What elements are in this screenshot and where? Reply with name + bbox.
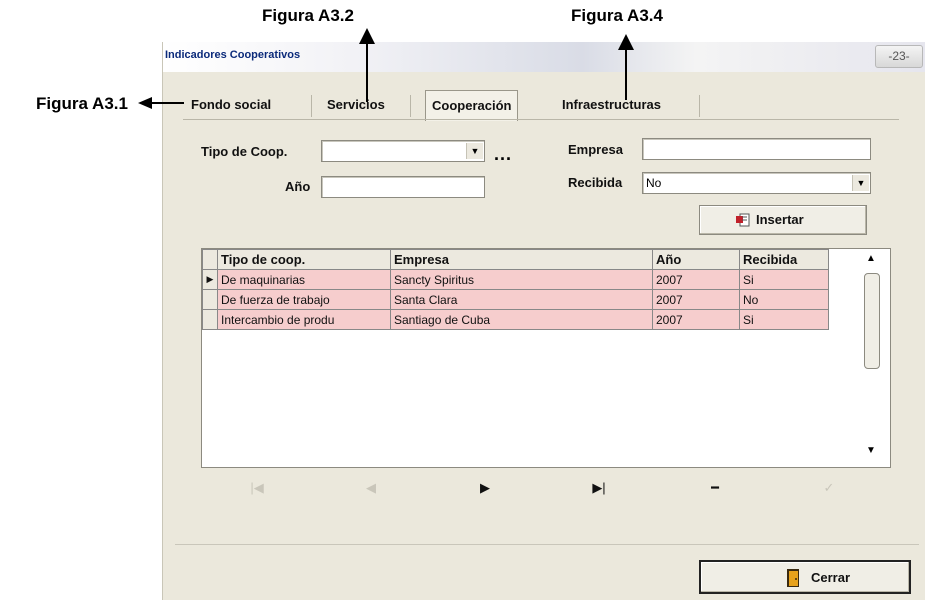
table-cell[interactable]: 2007 [652, 289, 740, 310]
table-cell[interactable]: Sancty Spiritus [390, 269, 653, 290]
tab-panel-border [183, 119, 899, 120]
table-cell[interactable]: Si [739, 309, 829, 330]
insertar-button[interactable]: Insertar [699, 205, 867, 235]
table-cell[interactable]: 2007 [652, 269, 740, 290]
annotation-figura-a32: Figura A3.2 [262, 6, 354, 25]
tab-servicios[interactable]: Servicios [321, 92, 391, 118]
recibida-label: Recibida [568, 175, 623, 190]
cooperation-table: Tipo de coop. Empresa Año Recibida ▶ De … [202, 249, 829, 330]
last-record-icon[interactable]: ▶| [587, 480, 611, 496]
table-cell[interactable]: Si [739, 269, 829, 290]
prior-record-icon[interactable]: ◀ [359, 480, 383, 496]
row-indicator-header [202, 249, 218, 270]
current-row-indicator-icon: ▶ [202, 269, 218, 290]
chevron-down-icon[interactable]: ▼ [466, 143, 483, 159]
post-record-icon[interactable]: ✓ [817, 480, 841, 496]
table-cell[interactable]: Intercambio de produ [217, 309, 391, 330]
table-cell[interactable]: De fuerza de trabajo [217, 289, 391, 310]
anio-input[interactable] [321, 176, 485, 198]
close-window-button[interactable]: -23- [875, 45, 923, 68]
column-header[interactable]: Año [652, 249, 740, 270]
tab-divider [311, 95, 312, 117]
row-indicator [202, 289, 218, 310]
more-options-button[interactable]: ... [494, 144, 512, 165]
column-header[interactable]: Empresa [390, 249, 653, 270]
tab-cooperacion[interactable]: Cooperación [425, 90, 519, 121]
window-title: Indicadores Cooperativos [165, 49, 301, 61]
cerrar-label: Cerrar [811, 570, 851, 585]
door-icon [787, 569, 801, 587]
record-navigator: |◀ ◀ ▶ ▶| ━ ✓ [163, 480, 925, 502]
indicadores-window: Indicadores Cooperativos -23- Fondo soci… [162, 42, 925, 600]
chevron-down-icon[interactable]: ▼ [852, 175, 869, 191]
annotation-figura-a31: Figura A3.1 [36, 94, 128, 113]
column-header[interactable]: Tipo de coop. [217, 249, 391, 270]
table-row[interactable]: De fuerza de trabajo Santa Clara 2007 No [202, 289, 829, 310]
insert-record-icon [736, 213, 750, 227]
table-row[interactable]: ▶ De maquinarias Sancty Spiritus 2007 Si [202, 269, 829, 290]
table-cell[interactable]: 2007 [652, 309, 740, 330]
tab-fondo-social[interactable]: Fondo social [185, 92, 277, 118]
empresa-label: Empresa [568, 142, 623, 157]
row-indicator [202, 309, 218, 330]
annotation-figura-a34: Figura A3.4 [571, 6, 663, 25]
table-header-row: Tipo de coop. Empresa Año Recibida [202, 249, 829, 270]
anio-label: Año [285, 179, 311, 194]
scroll-down-icon[interactable]: ▼ [866, 445, 876, 456]
cerrar-button[interactable]: Cerrar [699, 560, 911, 594]
vertical-scrollbar[interactable]: ▲ ▼ [854, 249, 890, 467]
recibida-select[interactable]: No ▼ [642, 172, 871, 194]
table-cell[interactable]: Santiago de Cuba [390, 309, 653, 330]
empresa-input[interactable] [642, 138, 871, 160]
insertar-label: Insertar [756, 212, 804, 227]
tab-divider [410, 95, 411, 117]
table-cell[interactable]: No [739, 289, 829, 310]
recibida-value: No [646, 176, 662, 190]
title-bar: Indicadores Cooperativos -23- [163, 42, 925, 72]
table-cell[interactable]: De maquinarias [217, 269, 391, 290]
tipo-coop-label: Tipo de Coop. [201, 144, 288, 159]
tab-divider [699, 95, 700, 117]
tab-strip: Fondo social Servicios Cooperación Infra… [163, 90, 925, 121]
scroll-up-icon[interactable]: ▲ [866, 253, 876, 264]
next-record-icon[interactable]: ▶ [473, 480, 497, 496]
first-record-icon[interactable]: |◀ [245, 480, 269, 496]
footer-divider [175, 544, 919, 545]
table-cell[interactable]: Santa Clara [390, 289, 653, 310]
column-header[interactable]: Recibida [739, 249, 829, 270]
tab-infraestructuras[interactable]: Infraestructuras [556, 92, 667, 118]
cooperation-grid: Tipo de coop. Empresa Año Recibida ▶ De … [201, 248, 891, 468]
scrollbar-thumb[interactable] [864, 273, 880, 369]
delete-record-icon[interactable]: ━ [703, 480, 727, 496]
tipo-coop-select[interactable]: ▼ [321, 140, 485, 162]
table-row[interactable]: Intercambio de produ Santiago de Cuba 20… [202, 309, 829, 330]
